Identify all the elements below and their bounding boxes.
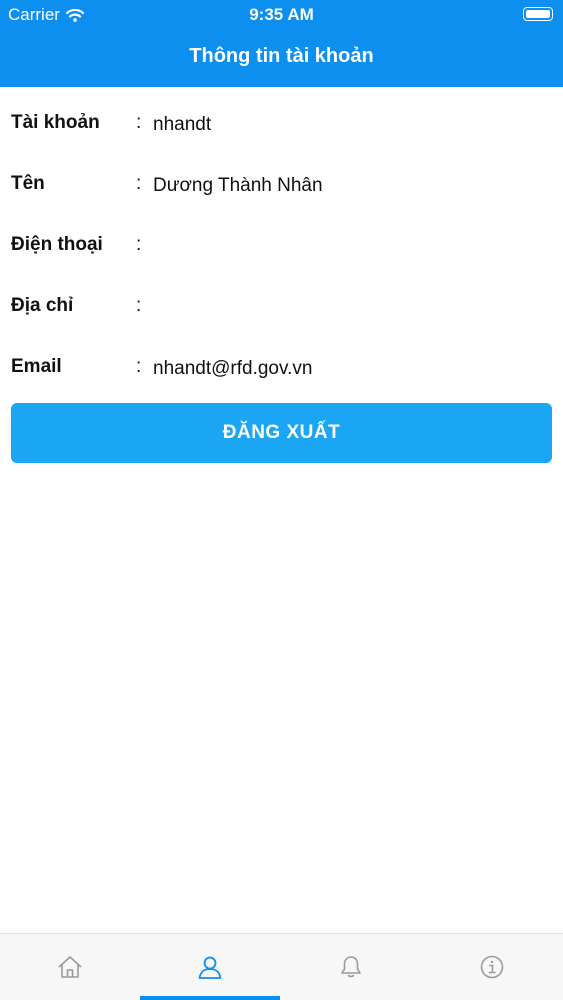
info-colon: : xyxy=(136,234,142,255)
info-value: Dương Thành Nhân xyxy=(153,175,323,196)
info-label: Địa chỉ xyxy=(11,295,74,316)
info-label: Tên xyxy=(11,173,45,194)
info-label: Tài khoản xyxy=(11,112,100,133)
bell-icon xyxy=(341,956,361,978)
info-row-account: Tài khoản : nhandt xyxy=(0,112,563,152)
active-tab-indicator xyxy=(140,996,280,1000)
page-title: Thông tin tài khoản xyxy=(189,45,374,67)
tab-bar xyxy=(0,933,563,1000)
tab-home[interactable] xyxy=(0,934,140,1000)
info-colon: : xyxy=(136,173,142,194)
tab-notifications[interactable] xyxy=(281,934,421,1000)
home-icon xyxy=(58,956,82,978)
logout-button[interactable]: ĐĂNG XUẤT xyxy=(11,403,552,463)
info-value: nhandt@rfd.gov.vn xyxy=(153,358,313,379)
info-row-address: Địa chỉ : xyxy=(0,295,563,335)
info-colon: : xyxy=(136,295,142,316)
user-icon xyxy=(198,956,222,979)
info-value: nhandt xyxy=(153,114,212,135)
info-icon xyxy=(480,955,504,979)
info-colon: : xyxy=(136,112,142,133)
tab-info[interactable] xyxy=(422,934,562,1000)
info-label: Điện thoại xyxy=(11,234,103,255)
tab-account[interactable] xyxy=(140,934,280,1000)
status-bar: Carrier 9:35 AM xyxy=(0,0,563,30)
info-row-name: Tên : Dương Thành Nhân xyxy=(0,173,563,213)
battery-icon xyxy=(523,7,553,21)
info-row-email: Email : nhandt@rfd.gov.vn xyxy=(0,356,563,396)
info-colon: : xyxy=(136,356,142,377)
app-header: Carrier 9:35 AM Thông tin tài khoản xyxy=(0,0,563,87)
status-time: 9:35 AM xyxy=(249,5,314,24)
info-label: Email xyxy=(11,356,62,377)
info-row-phone: Điện thoại : xyxy=(0,234,563,274)
